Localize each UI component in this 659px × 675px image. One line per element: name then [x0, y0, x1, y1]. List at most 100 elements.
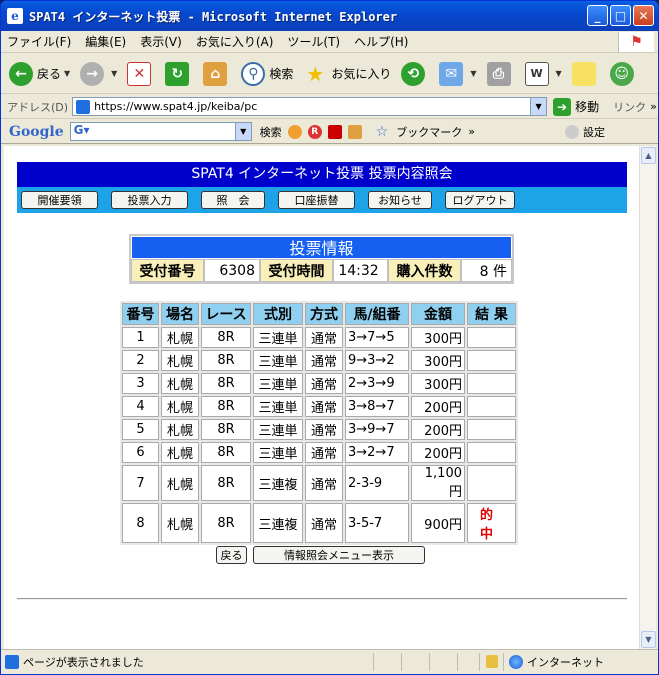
- table-cell: 三連複: [253, 503, 303, 543]
- table-cell: 900円: [411, 503, 465, 543]
- chevron-down-icon[interactable]: ▼: [64, 69, 70, 78]
- col-amount: 金額: [411, 303, 465, 325]
- chevron-down-icon[interactable]: ▼: [556, 69, 562, 78]
- receipt-number-value: 6308: [204, 259, 260, 282]
- nav-news-button[interactable]: お知らせ: [368, 191, 432, 209]
- favorites-toolbar-button[interactable]: ★ お気に入り: [303, 62, 391, 86]
- inquiry-menu-button[interactable]: 情報照会メニュー表示: [253, 546, 425, 564]
- table-cell: 3→9→7: [345, 419, 409, 440]
- table-cell: 1: [122, 327, 159, 348]
- google-toolbar: Google G▾ ▼ 検索 R ☆ ブックマーク » 設定: [1, 120, 658, 144]
- table-cell: 300円: [411, 373, 465, 394]
- table-cell: 三連単: [253, 327, 303, 348]
- go-button[interactable]: ➔ 移動: [553, 97, 599, 116]
- stop-button[interactable]: ✕: [127, 61, 155, 86]
- menu-view[interactable]: 表示(V): [140, 33, 182, 50]
- table-cell: 札幌: [161, 396, 199, 417]
- minimize-button[interactable]: _: [587, 5, 608, 26]
- chevron-down-icon[interactable]: ▼: [470, 69, 476, 78]
- rakuten-icon[interactable]: R: [307, 124, 322, 139]
- windows-logo-icon: ⚑: [618, 32, 654, 52]
- scroll-up-icon[interactable]: ▲: [641, 147, 656, 164]
- table-cell: 三連単: [253, 350, 303, 371]
- chevron-down-icon[interactable]: ▼: [111, 69, 117, 78]
- table-cell: 通常: [305, 503, 343, 543]
- mail-button[interactable]: ✉ ▼: [439, 61, 477, 86]
- google-search-input[interactable]: G▾ ▼: [69, 122, 252, 141]
- table-cell: 札幌: [161, 442, 199, 463]
- messenger-icon: ☺: [609, 61, 634, 86]
- table-cell: 三連単: [253, 442, 303, 463]
- vertical-scrollbar[interactable]: ▲ ▼: [639, 146, 656, 649]
- popup-blocker-icon[interactable]: [347, 124, 362, 139]
- col-combination: 馬/組番: [345, 303, 409, 325]
- google-search-button[interactable]: 検索: [260, 124, 282, 140]
- forward-toolbar-button[interactable]: → ▼: [80, 61, 117, 86]
- pagerank-icon[interactable]: [287, 124, 302, 139]
- forward-arrow-icon: →: [80, 61, 105, 86]
- search-icon: ⚲: [241, 61, 266, 86]
- chevron-down-icon[interactable]: ▼: [234, 123, 251, 140]
- google-logo[interactable]: Google: [9, 124, 64, 140]
- edit-button[interactable]: W ▼: [524, 61, 562, 86]
- table-cell: 的中: [467, 503, 516, 543]
- home-button[interactable]: ⌂: [203, 61, 231, 86]
- yahoo-icon[interactable]: [327, 124, 342, 139]
- col-venue: 場名: [161, 303, 199, 325]
- links-button[interactable]: リンク: [613, 99, 646, 115]
- table-cell: 2: [122, 350, 159, 371]
- menu-help[interactable]: ヘルプ(H): [354, 33, 408, 50]
- table-cell: 通常: [305, 350, 343, 371]
- nav-event-info-button[interactable]: 開催要領: [21, 191, 98, 209]
- print-button[interactable]: ⎙: [486, 61, 515, 86]
- lock-icon[interactable]: [486, 655, 498, 668]
- history-icon: ⟲: [401, 61, 426, 86]
- table-cell: 200円: [411, 419, 465, 440]
- table-cell: 札幌: [161, 327, 199, 348]
- menu-file[interactable]: ファイル(F): [7, 33, 71, 50]
- page-banner: SPAT4 インターネット投票 投票内容照会: [17, 162, 627, 187]
- table-cell: 札幌: [161, 350, 199, 371]
- menu-edit[interactable]: 編集(E): [85, 33, 126, 50]
- table-cell: 三連単: [253, 419, 303, 440]
- search-label: 検索: [269, 67, 294, 81]
- table-cell: 通常: [305, 373, 343, 394]
- chevron-right-icon[interactable]: »: [650, 100, 657, 113]
- title-bar[interactable]: e SPAT4 インターネット投票 - Microsoft Internet E…: [1, 1, 658, 31]
- nav-transfer-button[interactable]: 口座振替: [278, 191, 355, 209]
- menu-favorites[interactable]: お気に入り(A): [196, 33, 274, 50]
- star-icon: ★: [306, 61, 325, 86]
- bookmark-star-icon: ☆: [375, 123, 389, 140]
- table-row: 7 札幌 8R 三連複 通常 2-3-9 1,100円: [122, 465, 516, 501]
- address-label: アドレス(D): [7, 100, 69, 114]
- table-cell: 8R: [201, 419, 251, 440]
- refresh-icon: ↻: [165, 61, 190, 86]
- table-cell: [467, 373, 516, 394]
- settings-button[interactable]: 設定: [583, 124, 605, 140]
- status-text: ページが表示されました: [23, 655, 144, 669]
- history-button[interactable]: ⟲: [401, 61, 429, 86]
- discuss-button[interactable]: [571, 61, 600, 86]
- maximize-button[interactable]: □: [610, 5, 631, 26]
- refresh-button[interactable]: ↻: [165, 61, 193, 86]
- nav-vote-input-button[interactable]: 投票入力: [111, 191, 188, 209]
- address-input[interactable]: https://www.spat4.jp/keiba/pc ▼: [72, 97, 548, 116]
- chevron-right-icon[interactable]: »: [468, 125, 475, 138]
- chevron-down-icon[interactable]: ▼: [530, 98, 547, 115]
- search-toolbar-button[interactable]: ⚲ 検索: [241, 61, 294, 86]
- nav-inquiry-button[interactable]: 照 会: [201, 191, 265, 209]
- table-cell: 300円: [411, 350, 465, 371]
- back-toolbar-button[interactable]: ← 戻る ▼: [9, 61, 70, 86]
- back-button[interactable]: 戻る: [216, 546, 247, 564]
- messenger-button[interactable]: ☺: [609, 61, 638, 86]
- status-divider: [479, 653, 480, 671]
- table-cell: [467, 419, 516, 440]
- bookmarks-button[interactable]: ブックマーク: [396, 124, 462, 140]
- security-zone[interactable]: インターネット: [509, 654, 604, 670]
- close-button[interactable]: ✕: [633, 5, 654, 26]
- table-cell: 3→2→7: [345, 442, 409, 463]
- nav-logout-button[interactable]: ログアウト: [445, 191, 515, 209]
- table-cell: 9→3→2: [345, 350, 409, 371]
- scroll-down-icon[interactable]: ▼: [641, 631, 656, 648]
- menu-tools[interactable]: ツール(T): [287, 33, 340, 50]
